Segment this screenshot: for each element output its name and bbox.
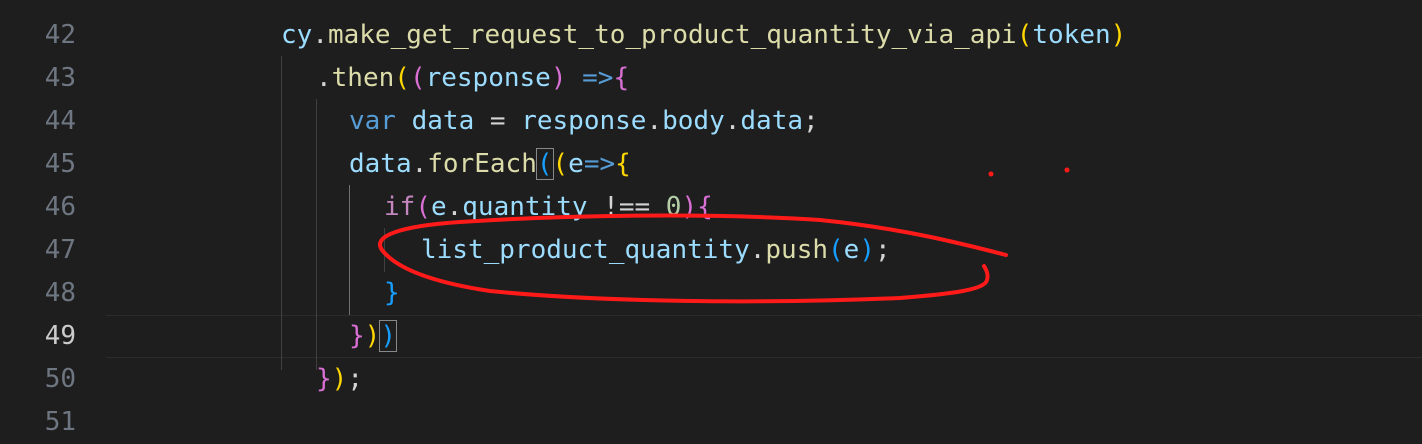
line-number: 44 xyxy=(44,106,76,136)
punctuation: ; xyxy=(803,106,819,136)
bracket: ) xyxy=(681,192,698,222)
bracket: ) xyxy=(859,235,875,265)
bracket: ( xyxy=(415,192,431,222)
punctuation: . xyxy=(411,149,428,179)
punctuation: ; xyxy=(347,364,363,394)
line-number: 42 xyxy=(0,0,76,13)
code-line-49[interactable]: })) xyxy=(349,315,1422,358)
code-line-46[interactable]: if(e.quantity !== 0){ xyxy=(384,186,1422,229)
identifier: token xyxy=(1032,20,1111,50)
arrow-operator: => xyxy=(566,63,614,93)
bracket: ( xyxy=(409,63,426,93)
code-line-45[interactable]: data.forEach((e=>{ xyxy=(349,143,1422,186)
punctuation: ; xyxy=(874,235,891,265)
code-line-44[interactable]: var data = response.body.data; xyxy=(349,100,1422,143)
identifier: e xyxy=(430,192,447,222)
punctuation: . xyxy=(316,63,332,93)
line-number: 42 xyxy=(44,20,76,50)
identifier: data xyxy=(740,106,804,136)
line-number: 48 xyxy=(44,278,76,308)
punctuation: . xyxy=(749,235,766,265)
bracket: { xyxy=(615,149,631,179)
bracket: ( xyxy=(552,149,569,179)
identifier: data xyxy=(411,106,475,136)
line-number: 51 xyxy=(44,407,76,437)
line-number-gutter: 42 42 43 44 45 46 47 48 49 50 51 xyxy=(0,0,100,437)
punctuation: . xyxy=(446,192,463,222)
identifier: cy xyxy=(281,20,313,50)
bracket: ( xyxy=(828,235,844,265)
indent-guide-active xyxy=(349,185,350,315)
bracket: ) xyxy=(364,321,381,351)
bracket: } xyxy=(316,364,332,394)
identifier: data xyxy=(349,149,412,179)
bracket: ) xyxy=(1110,20,1127,50)
bracket-matched: ) xyxy=(379,320,397,352)
identifier: list_product_quantity xyxy=(421,235,750,265)
identifier: response xyxy=(425,63,551,93)
identifier: response xyxy=(521,106,647,136)
keyword: var xyxy=(349,106,396,136)
function-name: forEach xyxy=(427,149,537,179)
bracket: { xyxy=(697,192,713,222)
line-number-active: 49 xyxy=(44,321,76,351)
bracket: ) xyxy=(550,63,567,93)
code-line-48[interactable]: } xyxy=(384,272,1422,315)
function-name: push xyxy=(765,235,829,265)
bracket: ) xyxy=(331,364,348,394)
code-line-50[interactable]: }); xyxy=(316,358,1422,401)
line-number: 50 xyxy=(44,364,76,394)
indent-guide xyxy=(281,56,282,370)
operator: = xyxy=(474,106,522,136)
keyword: if xyxy=(384,192,416,222)
bracket: ( xyxy=(394,63,410,93)
identifier: e xyxy=(843,235,860,265)
line-number: 47 xyxy=(44,235,76,265)
bracket: { xyxy=(613,63,630,93)
identifier: body xyxy=(662,106,725,136)
code-editor[interactable]: 42 42 43 44 45 46 47 48 49 50 51 cy.make… xyxy=(0,0,1422,437)
code-line-43[interactable]: .then((response) =>{ xyxy=(316,57,1422,100)
code-line-47[interactable]: list_product_quantity.push(e); xyxy=(421,229,1422,272)
function-name: then xyxy=(331,63,395,93)
number-literal: 0 xyxy=(665,192,682,222)
line-number: 46 xyxy=(44,192,76,222)
identifier: quantity xyxy=(462,192,588,222)
indent-guide xyxy=(316,99,317,370)
bracket: } xyxy=(349,321,365,351)
operator: !== xyxy=(587,192,666,222)
bracket-matched: ( xyxy=(535,148,554,180)
line-number: 43 xyxy=(44,63,76,93)
punctuation: . xyxy=(312,20,328,50)
punctuation: . xyxy=(646,106,663,136)
bracket: } xyxy=(384,278,400,308)
code-line-42[interactable]: cy.make_get_request_to_product_quantity_… xyxy=(281,14,1422,57)
identifier: e xyxy=(568,149,584,179)
punctuation: . xyxy=(724,106,741,136)
bracket: ( xyxy=(1016,20,1033,50)
function-name: make_get_request_to_product_quantity_via… xyxy=(327,20,1017,50)
indent-guide xyxy=(384,228,385,272)
line-number: 45 xyxy=(44,149,76,179)
arrow-operator: => xyxy=(583,149,616,179)
